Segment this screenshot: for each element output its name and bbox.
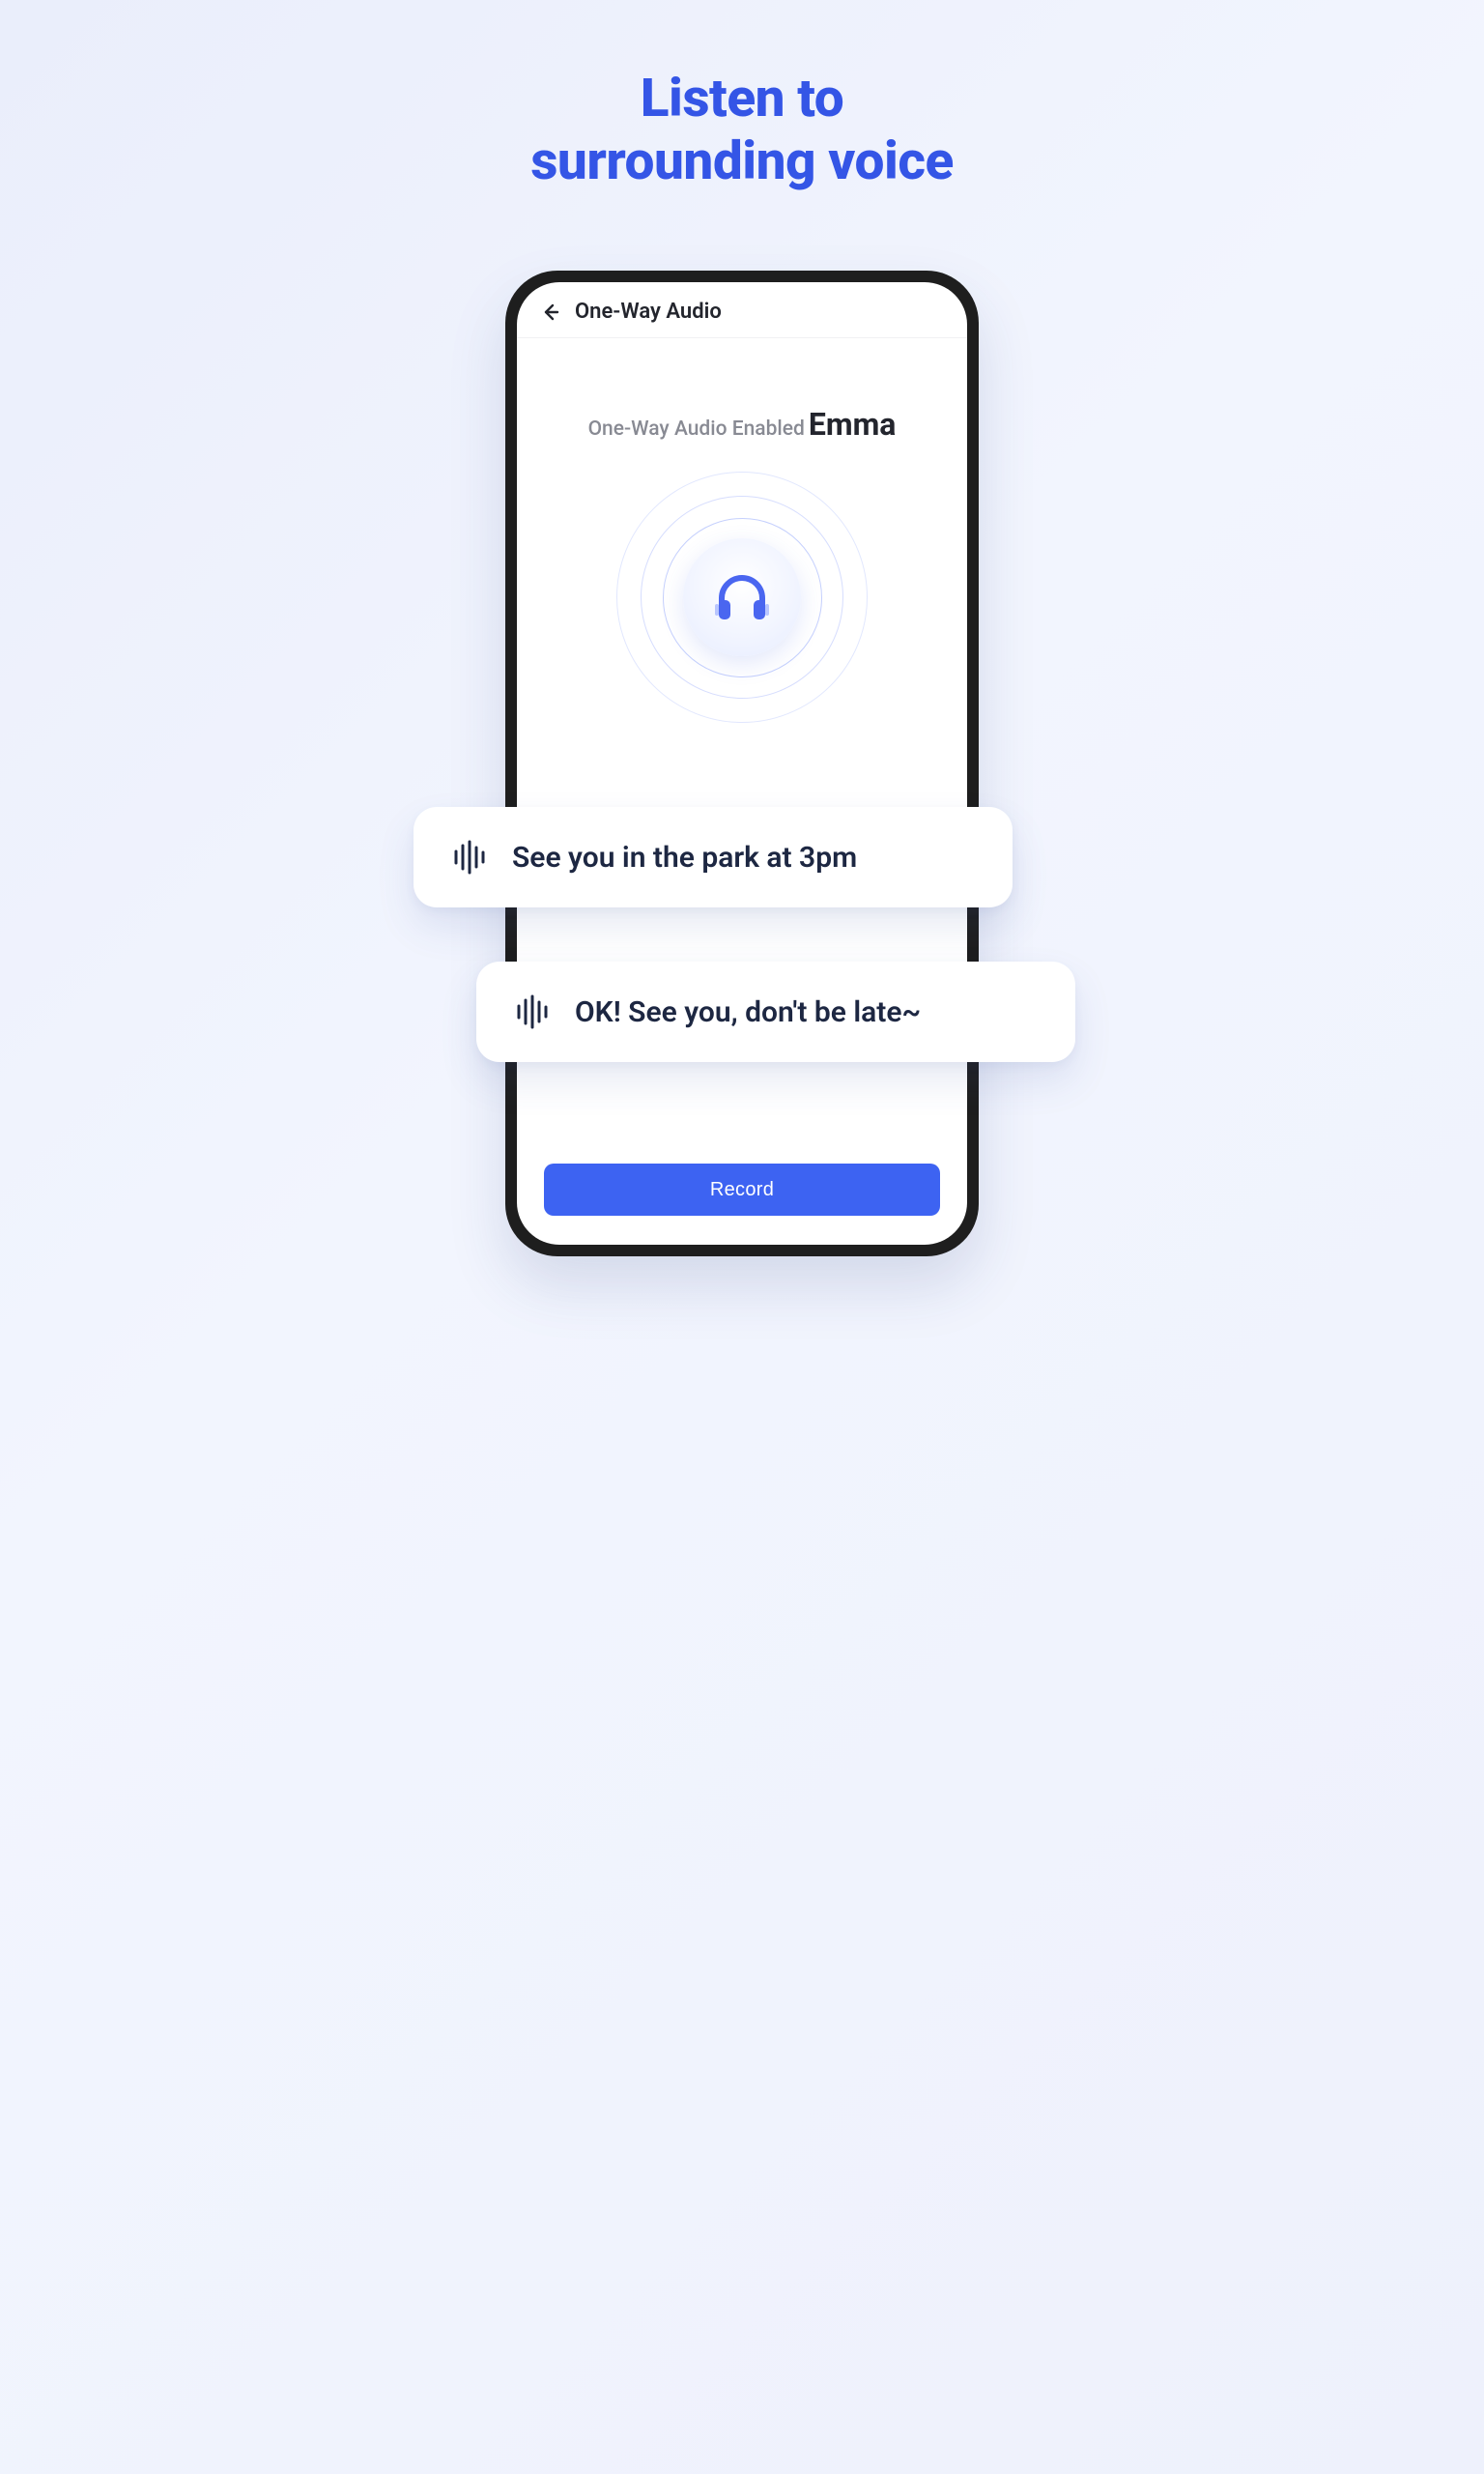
phone-frame: One-Way Audio One-Way Audio Enabled Emma [505,271,979,1256]
contact-name: Emma [809,406,897,443]
headphones-icon [683,538,801,656]
phone-screen: One-Way Audio One-Way Audio Enabled Emma [517,282,967,1245]
status-label: One-Way Audio Enabled [588,417,805,441]
back-arrow-icon[interactable] [538,301,561,324]
waveform-icon [450,838,489,877]
transcript-text: See you in the park at 3pm [512,841,857,875]
nav-title: One-Way Audio [575,300,722,324]
transcript-card: OK! See you, don't be late~ [476,962,1075,1062]
hero-title: Listen to surrounding voice [336,0,1148,193]
hero-title-line2: surrounding voice [530,130,954,192]
waveform-icon [513,992,552,1031]
audio-pulse [616,472,868,723]
transcript-text: OK! See you, don't be late~ [575,995,921,1029]
transcript-card: See you in the park at 3pm [414,807,1013,907]
content-area: One-Way Audio Enabled Emma [517,338,967,723]
nav-bar: One-Way Audio [517,282,967,338]
hero-title-line1: Listen to [641,68,844,129]
record-button[interactable]: Record [544,1164,940,1216]
